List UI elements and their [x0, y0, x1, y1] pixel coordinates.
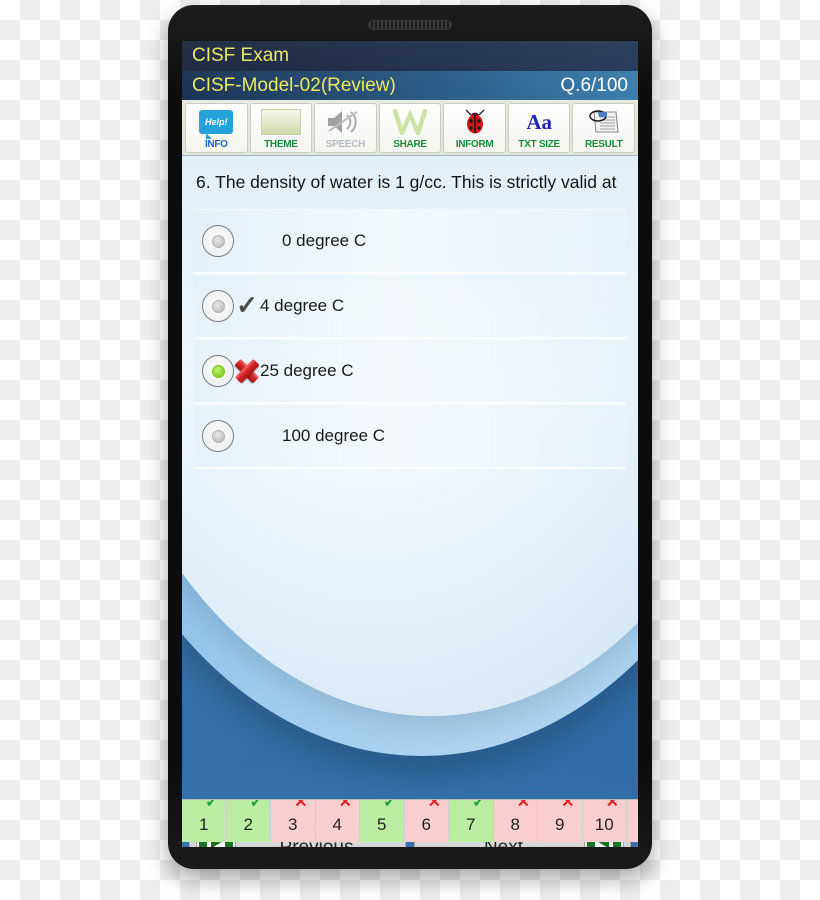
question-cell-number: 4 — [332, 815, 342, 834]
option-row-4[interactable]: 100 degree C — [194, 404, 626, 469]
question-cell-number: 6 — [421, 815, 431, 834]
question-cell-7[interactable]: ✓ 7 — [449, 800, 494, 842]
answer-options-list: 0 degree C ✓ 4 degree C 25 degree C 100 … — [182, 209, 638, 469]
option-4-label: 100 degree C — [282, 426, 386, 445]
toolbar-label-inform: INFORM — [455, 138, 494, 150]
question-cell-number: 2 — [243, 815, 253, 834]
cell-cross-icon: ✕ — [605, 799, 619, 811]
radio-dot — [211, 234, 225, 248]
font-size-glyph: Aa — [526, 110, 553, 134]
font-size-icon: Aa — [509, 104, 570, 139]
toolbar-button-speech[interactable]: SPEECH — [314, 102, 377, 153]
cell-cross-icon: ✕ — [338, 799, 352, 811]
toolbar-label-txt-size: TXT SIZE — [518, 138, 560, 150]
radio-button-option-3[interactable] — [202, 355, 234, 387]
option-2-label: 4 degree C — [260, 296, 345, 315]
question-cell-number: 1 — [199, 815, 209, 834]
question-block: 6. The density of water is 1 g/cc. This … — [182, 156, 638, 195]
cell-check-icon: ✓ — [205, 799, 219, 811]
question-cell-number: 9 — [555, 815, 565, 834]
toolbar-button-inform[interactable]: INFORM — [443, 102, 506, 153]
radio-button-option-2[interactable] — [202, 290, 234, 322]
question-cell-9[interactable]: ✕ 9 — [538, 800, 583, 842]
question-cell-1[interactable]: ✓ 1 — [182, 800, 227, 842]
question-cell-3[interactable]: ✕ 3 — [271, 800, 316, 842]
toolbar-label-result: RESULT — [585, 138, 623, 150]
toolbar-label-info: INFO — [204, 138, 228, 150]
phone-screen: CISF Exam CISF-Model-02(Review) Q.6/100 … — [182, 41, 638, 847]
question-cell-6[interactable]: ✕ 6 — [404, 799, 449, 842]
option-row-1[interactable]: 0 degree C — [194, 209, 626, 274]
phone-device-frame: CISF Exam CISF-Model-02(Review) Q.6/100 … — [168, 5, 652, 869]
cell-check-icon: ✓ — [383, 799, 397, 811]
radio-dot — [211, 429, 225, 443]
cell-cross-icon: ✕ — [427, 799, 441, 811]
radio-button-option-4[interactable] — [202, 420, 234, 452]
question-cell-4[interactable]: ✕ 4 — [315, 799, 360, 842]
app-title: CISF Exam — [192, 45, 290, 66]
earpiece-speaker-grille — [368, 20, 452, 30]
question-cell-10[interactable]: ✕ 10 — [582, 799, 627, 842]
question-cell-number: 10 — [594, 815, 614, 834]
ladybug-icon — [444, 104, 505, 139]
question-cell-5[interactable]: ✓ 5 — [360, 800, 405, 842]
toolbar-label-speech: SPEECH — [325, 138, 366, 150]
help-icon: Help! — [186, 104, 247, 139]
question-cell-number: 8 — [510, 815, 520, 834]
correct-answer-check-icon: ✓ — [236, 290, 258, 320]
cell-cross-icon: ✕ — [516, 799, 530, 811]
theme-icon — [251, 104, 312, 139]
cell-check-icon: ✓ — [249, 799, 263, 811]
question-cell-number: 3 — [288, 815, 298, 834]
cell-cross-icon: ✕ — [294, 799, 308, 811]
cell-check-icon: ✓ — [472, 799, 486, 811]
question-cell-11[interactable] — [627, 800, 638, 842]
toolbar-button-share[interactable]: SHARE — [378, 102, 442, 153]
question-cell-number: 5 — [377, 815, 387, 834]
option-1-label: 0 degree C — [282, 231, 367, 250]
app-toolbar: Help! INFO THEME SPEECH SHARE INFORM Aa … — [182, 100, 638, 156]
speaker-mute-icon — [315, 104, 376, 139]
radio-dot — [211, 364, 225, 378]
toolbar-button-info[interactable]: Help! INFO — [185, 102, 248, 153]
option-3-label: 25 degree C — [260, 361, 354, 380]
question-counter: Q.6/100 — [560, 74, 628, 96]
toolbar-button-result[interactable]: RESULT — [572, 102, 636, 153]
option-row-3[interactable]: 25 degree C — [194, 339, 626, 404]
exam-model-label: CISF-Model-02(Review) — [192, 74, 396, 96]
radio-button-option-1[interactable] — [202, 225, 234, 257]
question-text: 6. The density of water is 1 g/cc. This … — [196, 172, 617, 192]
question-cell-2[interactable]: ✓ 2 — [226, 799, 271, 842]
question-number-strip: ✓ 1 ✓ 2 ✕ 3 ✕ 4 ✓ 5 ✕ 6 ✓ 7 ✕ 8 ✕ 9 ✕ 10 — [182, 799, 638, 842]
question-cell-8[interactable]: ✕ 8 — [493, 799, 538, 842]
app-title-bar: CISF Exam — [182, 41, 638, 71]
result-sheet-icon — [573, 104, 634, 139]
toolbar-label-share: SHARE — [393, 138, 427, 150]
share-icon — [380, 104, 441, 139]
toolbar-button-theme[interactable]: THEME — [249, 102, 313, 153]
exam-model-bar: CISF-Model-02(Review) Q.6/100 — [182, 71, 638, 100]
wrong-answer-cross-icon — [234, 358, 260, 384]
cell-cross-icon: ✕ — [561, 799, 575, 811]
toolbar-button-txt-size[interactable]: Aa TXT SIZE — [507, 102, 571, 153]
question-content-area: 6. The density of water is 1 g/cc. This … — [182, 156, 638, 819]
toolbar-label-theme: THEME — [264, 138, 298, 150]
option-row-2[interactable]: ✓ 4 degree C — [194, 274, 626, 339]
question-cell-number: 7 — [466, 815, 476, 834]
radio-dot — [211, 299, 225, 313]
